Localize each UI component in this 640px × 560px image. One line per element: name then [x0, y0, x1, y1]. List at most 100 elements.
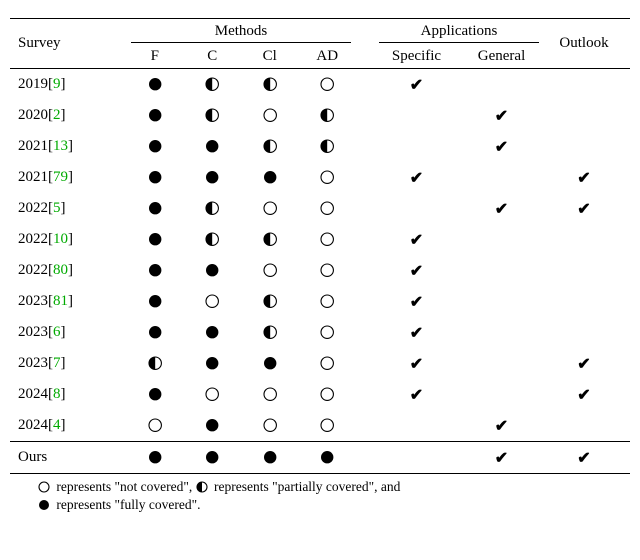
- caption-text-1: represents "not covered",: [53, 479, 196, 494]
- outlook-cell: ✔: [544, 354, 624, 374]
- coverage-empty-icon: [299, 198, 357, 218]
- half-circle-icon: [196, 481, 208, 493]
- app-general-cell: [459, 382, 544, 408]
- check-icon: ✔: [495, 139, 508, 156]
- full-circle-icon: [38, 499, 50, 511]
- methods-cells: [126, 136, 356, 156]
- reference-link[interactable]: 6: [53, 324, 61, 341]
- coverage-full-icon: [126, 198, 184, 218]
- coverage-empty-icon: [299, 384, 357, 404]
- app-specific-cell: [374, 413, 459, 439]
- coverage-full-icon: [299, 447, 357, 467]
- survey-cell: Ours: [10, 449, 126, 466]
- coverage-empty-icon: [299, 415, 357, 435]
- app-general-cell: ✔: [459, 134, 544, 160]
- header-apps-group: Applications Specific General: [374, 19, 544, 68]
- reference-link[interactable]: 5: [53, 200, 61, 217]
- reference-link[interactable]: 13: [53, 138, 68, 155]
- apps-cells: ✔: [374, 258, 544, 284]
- reference-link[interactable]: 8: [53, 386, 61, 403]
- survey-cell: 2021 [79]: [10, 169, 126, 186]
- header-methods-label: Methods: [126, 19, 356, 42]
- reference-link[interactable]: 4: [53, 417, 61, 434]
- year-text: 2023: [18, 293, 48, 310]
- coverage-full-icon: [184, 447, 242, 467]
- reference-link[interactable]: 7: [53, 355, 61, 372]
- coverage-half-icon: [241, 322, 299, 342]
- reference-link[interactable]: 2: [53, 107, 61, 124]
- app-general-cell: [459, 289, 544, 315]
- comparison-table: Survey Methods F C Cl AD Applications Sp…: [10, 18, 630, 514]
- empty-circle-icon: [38, 481, 50, 493]
- coverage-empty-icon: [299, 291, 357, 311]
- check-icon: ✔: [410, 356, 423, 373]
- survey-cell: 2023 [7]: [10, 355, 126, 372]
- year-text: 2023: [18, 324, 48, 341]
- coverage-full-icon: [126, 447, 184, 467]
- survey-cell: 2021 [13]: [10, 138, 126, 155]
- methods-cells: [126, 260, 356, 280]
- reference-link[interactable]: 81: [53, 293, 68, 310]
- check-icon: ✔: [577, 168, 590, 188]
- year-text: 2024: [18, 417, 48, 434]
- coverage-empty-icon: [241, 415, 299, 435]
- app-specific-cell: [374, 445, 459, 471]
- coverage-full-icon: [126, 167, 184, 187]
- apps-cells: ✔: [374, 413, 544, 439]
- table-row: 2021 [79] ✔ ✔: [10, 162, 630, 193]
- table-row: 2022 [80]✔: [10, 255, 630, 286]
- reference-link[interactable]: 80: [53, 262, 68, 279]
- coverage-half-icon: [241, 291, 299, 311]
- app-specific-cell: [374, 134, 459, 160]
- app-general-cell: ✔: [459, 103, 544, 129]
- survey-cell: 2020 [2]: [10, 107, 126, 124]
- year-text: 2020: [18, 107, 48, 124]
- methods-cells: [126, 105, 356, 125]
- header-col-c: C: [184, 45, 242, 68]
- table-row: 2021 [13] ✔: [10, 131, 630, 162]
- check-icon: ✔: [410, 294, 423, 311]
- check-icon: ✔: [410, 325, 423, 342]
- header-col-ad: AD: [299, 45, 357, 68]
- coverage-half-icon: [126, 353, 184, 373]
- reference-link[interactable]: 10: [53, 231, 68, 248]
- header-survey-label: Survey: [18, 35, 61, 52]
- coverage-half-icon: [184, 74, 242, 94]
- app-specific-cell: [374, 196, 459, 222]
- header-col-f: F: [126, 45, 184, 68]
- apps-cells: ✔: [374, 227, 544, 253]
- apps-cells: ✔: [374, 196, 544, 222]
- check-icon: ✔: [495, 418, 508, 435]
- table-caption: represents "not covered", represents "pa…: [10, 474, 630, 514]
- check-icon: ✔: [495, 450, 508, 467]
- coverage-empty-icon: [184, 384, 242, 404]
- table-row: 2022 [5]✔✔: [10, 193, 630, 224]
- coverage-empty-icon: [299, 322, 357, 342]
- apps-cells: ✔: [374, 165, 544, 191]
- caption-text-2: represents "partially covered", and: [211, 479, 401, 494]
- coverage-full-icon: [184, 415, 242, 435]
- apps-cells: ✔: [374, 289, 544, 315]
- coverage-full-icon: [126, 136, 184, 156]
- apps-cells: ✔: [374, 72, 544, 98]
- app-specific-cell: [374, 103, 459, 129]
- methods-cells: [126, 167, 356, 187]
- check-icon: ✔: [577, 354, 590, 374]
- app-general-cell: [459, 351, 544, 377]
- check-icon: ✔: [495, 108, 508, 125]
- app-general-cell: [459, 165, 544, 191]
- coverage-empty-icon: [299, 353, 357, 373]
- table-row-ours: Ours✔✔: [10, 442, 630, 473]
- app-specific-cell: ✔: [374, 72, 459, 98]
- coverage-empty-icon: [299, 260, 357, 280]
- reference-link[interactable]: 9: [53, 76, 61, 93]
- app-specific-cell: ✔: [374, 320, 459, 346]
- survey-cell: 2023 [6]: [10, 324, 126, 341]
- coverage-full-icon: [126, 322, 184, 342]
- coverage-full-icon: [126, 229, 184, 249]
- app-specific-cell: ✔: [374, 289, 459, 315]
- coverage-full-icon: [184, 260, 242, 280]
- reference-link[interactable]: 79: [53, 169, 68, 186]
- coverage-full-icon: [184, 167, 242, 187]
- outlook-cell: ✔: [544, 199, 624, 219]
